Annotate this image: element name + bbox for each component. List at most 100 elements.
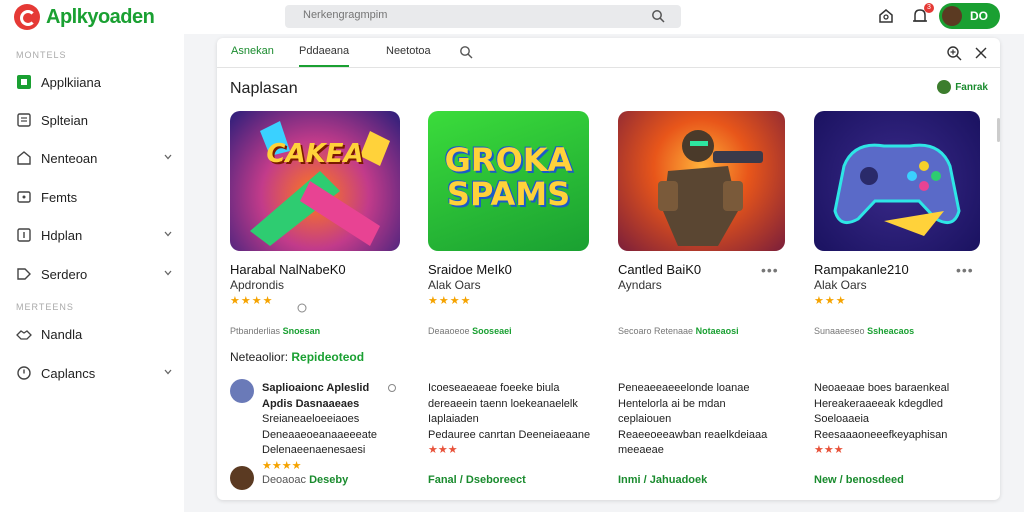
chevron-down-icon[interactable] bbox=[164, 153, 172, 161]
more-options-icon[interactable]: ••• bbox=[956, 262, 974, 278]
user-label: DO bbox=[970, 9, 988, 23]
more-options-icon[interactable]: ••• bbox=[761, 262, 779, 278]
app-meta: Secoaro Retenaae Notaeaosi bbox=[618, 326, 739, 336]
notifications-button[interactable]: 3 bbox=[910, 3, 934, 26]
page-title: Naplasan bbox=[230, 80, 298, 97]
sidebar-item-hdplan[interactable]: Hdplan bbox=[0, 219, 184, 251]
rating-stars: ★★★★ bbox=[262, 459, 302, 472]
app-title[interactable]: Harabal NalNabeK0 bbox=[230, 262, 346, 277]
sidebar-item-label: Nenteoan bbox=[41, 150, 98, 166]
review-line: Apdis Dasnaaeaes bbox=[262, 397, 360, 410]
sidebar-section-title: MERTEENS bbox=[16, 302, 74, 312]
user-menu-button[interactable]: DO bbox=[939, 3, 1000, 29]
app-thumbnail[interactable] bbox=[814, 111, 980, 251]
game-logo-text: CAKEA bbox=[266, 139, 364, 169]
search-icon[interactable] bbox=[459, 45, 473, 59]
app-title: Aplkyoaden bbox=[46, 5, 155, 28]
account-icon[interactable] bbox=[876, 6, 896, 26]
app-icon bbox=[17, 75, 31, 89]
chevron-down-icon[interactable] bbox=[164, 269, 172, 277]
avatar bbox=[937, 80, 952, 94]
scrollbar[interactable] bbox=[997, 118, 1000, 142]
sidebar-item-nandla[interactable]: Nandla bbox=[0, 318, 184, 350]
filter-label: Fanrak bbox=[955, 81, 988, 93]
meta-highlight: Ssheacaos bbox=[867, 326, 915, 336]
review-title: Saplioaionc Apleslid bbox=[262, 382, 370, 394]
sidebar-item-splteian[interactable]: Splteian bbox=[0, 104, 184, 136]
sidebar-section-title: MONTELS bbox=[16, 50, 67, 60]
meta-label: Secoaro Retenaae bbox=[618, 326, 694, 336]
sidebar-item-label: Serdero bbox=[41, 266, 88, 282]
tab-neetotoa[interactable]: Neetotoa bbox=[386, 45, 431, 57]
content-panel: Asnekan Pddaeana Neetotoa Naplasan Fanra… bbox=[217, 38, 1000, 500]
review-line: Reaeeoeeawban reaelkdeiaaa bbox=[618, 428, 768, 441]
sidebar-item-serdero[interactable]: Serdero bbox=[0, 258, 184, 290]
meta-highlight: Snoesan bbox=[282, 326, 321, 336]
review-line: Reesaaaoneeefkeyaphisan bbox=[814, 428, 948, 441]
rating-stars: ★★★★ bbox=[428, 295, 472, 307]
app-title[interactable]: Cantled BaiK0 bbox=[618, 262, 701, 277]
avatar bbox=[942, 6, 962, 26]
sidebar-item-femts[interactable]: Femts bbox=[0, 181, 184, 213]
handshake-icon bbox=[16, 330, 32, 340]
zoom-icon[interactable] bbox=[946, 45, 962, 61]
avatar[interactable] bbox=[230, 379, 254, 403]
review-title: Peneaeeaeeelonde loanae bbox=[618, 382, 750, 394]
game-art-image bbox=[658, 130, 763, 246]
info-icon[interactable] bbox=[387, 383, 397, 393]
chevron-down-icon[interactable] bbox=[164, 230, 172, 238]
review-item: Peneaeeaeeelonde loanae Hentelorla ai be… bbox=[618, 381, 788, 459]
rating-stars: ★★★ bbox=[814, 444, 844, 456]
rating-stars: ★★★ bbox=[814, 295, 847, 307]
review-item: Icoeseaeaeae foeeke biula dereaeein taen… bbox=[428, 381, 598, 459]
review-footer-link[interactable]: New / benosdeed bbox=[814, 474, 904, 486]
chevron-down-icon[interactable] bbox=[164, 368, 172, 376]
avatar[interactable] bbox=[230, 466, 254, 490]
review-footer-link[interactable]: Deseby bbox=[309, 474, 348, 486]
review-line: Sreianeaeloeeiaoes bbox=[262, 413, 360, 425]
app-meta: Ptbanderlias Snoesan bbox=[230, 326, 320, 336]
document-icon bbox=[17, 113, 31, 127]
info-icon[interactable] bbox=[297, 303, 307, 313]
sidebar-item-nenteoan[interactable]: Nenteoan bbox=[0, 142, 184, 174]
search-input[interactable] bbox=[303, 9, 643, 21]
review-footer: Deoaoac Deseby bbox=[262, 474, 348, 486]
review-footer-link[interactable]: Fanal / Dseboreect bbox=[428, 474, 526, 486]
review-line: Soeloaaeia bbox=[814, 413, 870, 425]
sidebar-item-applkiiana[interactable]: Applkiiana bbox=[0, 66, 184, 98]
search-icon[interactable] bbox=[651, 9, 665, 23]
app-thumbnail[interactable]: CAKEA bbox=[230, 111, 400, 251]
sidebar-item-label: Splteian bbox=[41, 112, 88, 128]
review-line: Pedauree canrtan Deeneiaeaane bbox=[428, 428, 591, 441]
app-logo[interactable]: Aplkyoaden bbox=[14, 4, 155, 30]
review-line: dereaeein taenn loekeanaelelk bbox=[428, 397, 578, 410]
sidebar-item-label: Applkiiana bbox=[41, 74, 101, 90]
game-logo-text: GROKA SPAMS bbox=[444, 141, 573, 213]
reviews-heading-highlight: Repideoteod bbox=[291, 350, 365, 364]
app-developer: Alak Oars bbox=[814, 278, 867, 292]
review-footer-link[interactable]: Inmi / Jahuadoek bbox=[618, 474, 707, 486]
app-title[interactable]: Sraidoe MeIk0 bbox=[428, 262, 512, 277]
sidebar-item-caplancs[interactable]: Caplancs bbox=[0, 357, 184, 389]
close-icon[interactable] bbox=[974, 45, 988, 61]
review-title: Icoeseaeaeae foeeke biula bbox=[428, 382, 560, 394]
app-thumbnail[interactable] bbox=[618, 111, 785, 251]
app-thumbnail[interactable]: GROKA SPAMS bbox=[428, 111, 589, 251]
app-meta: Deaaoeoe Sooseaei bbox=[428, 326, 512, 336]
tab-bar: Asnekan Pddaeana Neetotoa bbox=[217, 38, 1000, 68]
review-line: meeaeae bbox=[618, 444, 664, 456]
logo-icon bbox=[14, 4, 40, 30]
meta-highlight: Sooseaei bbox=[472, 326, 512, 336]
app-title[interactable]: Rampakanle210 bbox=[814, 262, 909, 277]
filter-button[interactable]: Fanrak bbox=[937, 80, 988, 94]
bookmark-icon bbox=[17, 228, 31, 242]
meta-label: Ptbanderlias bbox=[230, 326, 281, 336]
folder-icon bbox=[17, 191, 31, 203]
app-meta: Sunaaeeseo Ssheacaos bbox=[814, 326, 914, 336]
review-line: Deneaaeoeanaaeeeate bbox=[262, 428, 378, 441]
tab-pddaeana[interactable]: Pddaeana bbox=[299, 45, 350, 67]
rating-stars: ★★★ bbox=[428, 444, 458, 456]
tab-asnekan[interactable]: Asnekan bbox=[231, 45, 274, 57]
meta-label: Deaaoeoe bbox=[428, 326, 470, 336]
search-bar[interactable] bbox=[285, 5, 681, 28]
